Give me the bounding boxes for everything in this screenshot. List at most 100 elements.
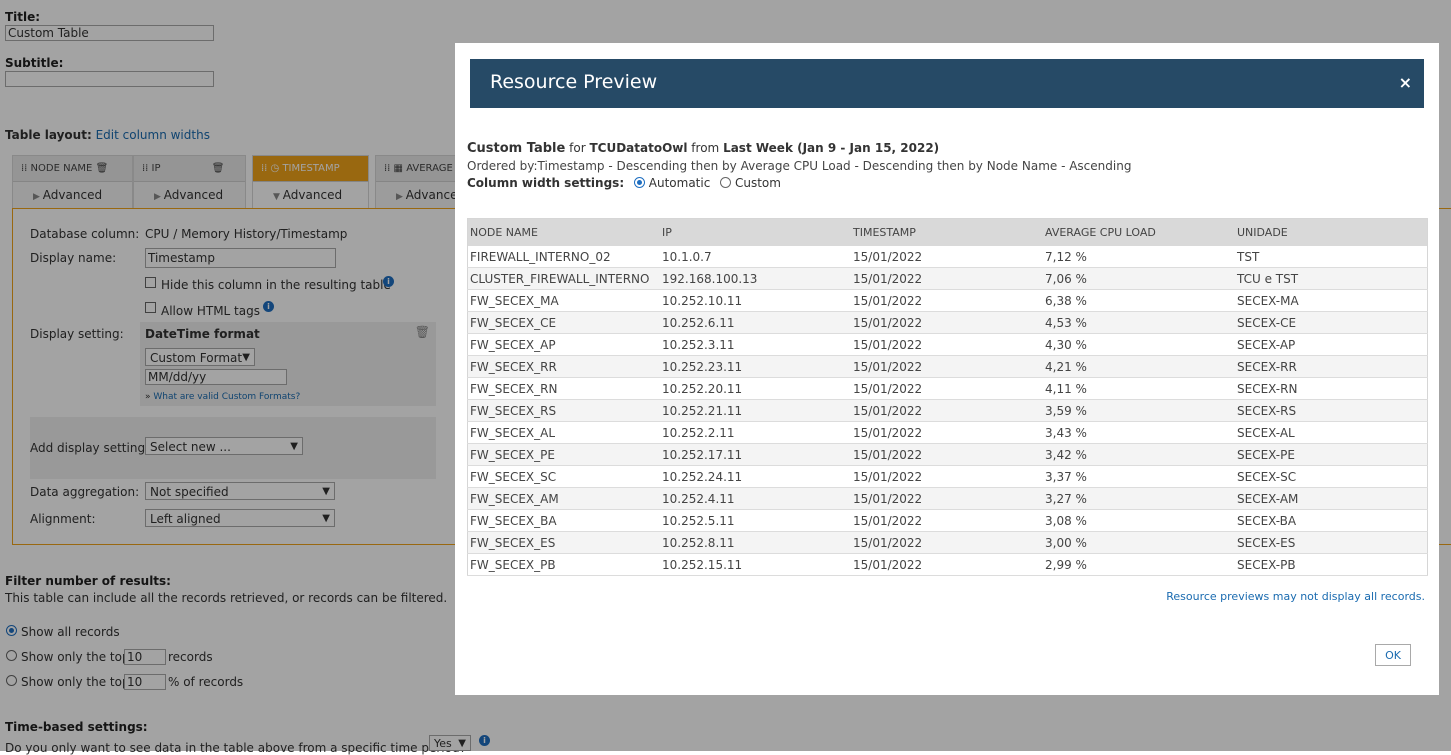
- table-row: FW_SECEX_RS 10.252.21.11 15/01/2022 3,59 % S…: [467, 399, 1428, 422]
- period: Last Week (Jan 9 - Jan 15, 2022): [723, 141, 940, 155]
- table-cell: SECEX-BA: [1235, 509, 1428, 532]
- table-row: FW_SECEX_BA 10.252.5.11 15/01/2022 3,08 % SE…: [467, 509, 1428, 532]
- resource-preview-dialog: Resource Preview × Custom Table for TCUD…: [455, 43, 1439, 695]
- preview-title: Custom Table for TCUDatatoOwl from Last …: [467, 141, 939, 156]
- table-cell: 15/01/2022: [851, 465, 1043, 488]
- table-cell: 15/01/2022: [851, 311, 1043, 334]
- table-cell: 15/01/2022: [851, 246, 1043, 268]
- table-row: FW_SECEX_RR 10.252.23.11 15/01/2022 4,21 % S…: [467, 355, 1428, 378]
- table-cell: 4,21 %: [1043, 355, 1235, 378]
- table-cell: FW_SECEX_AP: [467, 333, 660, 356]
- table-cell: TCU e TST: [1235, 267, 1428, 290]
- table-cell: 15/01/2022: [851, 553, 1043, 576]
- table-cell: 3,27 %: [1043, 487, 1235, 510]
- table-cell: 4,53 %: [1043, 311, 1235, 334]
- table-cell: SECEX-CE: [1235, 311, 1428, 334]
- table-cell: SECEX-PE: [1235, 443, 1428, 466]
- table-cell: SECEX-AM: [1235, 487, 1428, 510]
- ordered-by: Ordered by:Timestamp - Descending then b…: [467, 159, 1132, 173]
- table-cell: 3,59 %: [1043, 399, 1235, 422]
- table-cell: 15/01/2022: [851, 377, 1043, 400]
- table-cell: 2,99 %: [1043, 553, 1235, 576]
- table-cell: SECEX-AP: [1235, 333, 1428, 356]
- table-cell: 3,42 %: [1043, 443, 1235, 466]
- from-text: from: [691, 141, 720, 155]
- table-cell: 7,12 %: [1043, 246, 1235, 268]
- ok-button[interactable]: OK: [1375, 644, 1411, 666]
- table-row: CLUSTER_FIREWALL_INTERNO 192.168.100.13 15…: [467, 267, 1428, 290]
- table-cell: 10.252.5.11: [660, 509, 851, 532]
- for-text: for: [569, 141, 586, 155]
- column-header: IP: [660, 218, 851, 246]
- table-cell: 10.252.3.11: [660, 333, 851, 356]
- custom-label: Custom: [734, 176, 781, 190]
- table-row: FW_SECEX_PE 10.252.17.11 15/01/2022 3,42 % S…: [467, 443, 1428, 466]
- automatic-radio[interactable]: [633, 177, 645, 188]
- table-cell: 10.252.2.11: [660, 421, 851, 444]
- table-cell: SECEX-RN: [1235, 377, 1428, 400]
- table-cell: 7,06 %: [1043, 267, 1235, 290]
- column-header: UNIDADE: [1235, 218, 1428, 246]
- column-header: AVERAGE CPU LOAD: [1043, 218, 1235, 246]
- table-cell: 10.252.24.11: [660, 465, 851, 488]
- table-cell: 10.252.8.11: [660, 531, 851, 554]
- table-cell: SECEX-RS: [1235, 399, 1428, 422]
- table-cell: FW_SECEX_SC: [467, 465, 660, 488]
- table-cell: 15/01/2022: [851, 399, 1043, 422]
- table-cell: FW_SECEX_PB: [467, 553, 660, 576]
- table-cell: SECEX-SC: [1235, 465, 1428, 488]
- table-cell: 10.252.17.11: [660, 443, 851, 466]
- table-cell: 15/01/2022: [851, 487, 1043, 510]
- table-row: FW_SECEX_ES 10.252.8.11 15/01/2022 3,00 % SE…: [467, 531, 1428, 554]
- close-icon[interactable]: ×: [1399, 73, 1412, 92]
- table-cell: 10.252.4.11: [660, 487, 851, 510]
- table-body: FIREWALL_INTERNO_02 10.1.0.7 15/01/2022 7,1…: [467, 246, 1428, 576]
- table-cell: FW_SECEX_PE: [467, 443, 660, 466]
- table-cell: 10.1.0.7: [660, 246, 851, 268]
- table-name: Custom Table: [467, 141, 566, 156]
- table-cell: 3,37 %: [1043, 465, 1235, 488]
- table-cell: SECEX-ES: [1235, 531, 1428, 554]
- table-cell: 15/01/2022: [851, 509, 1043, 532]
- table-row: FIREWALL_INTERNO_02 10.1.0.7 15/01/2022 7,1…: [467, 246, 1428, 268]
- table-cell: SECEX-RR: [1235, 355, 1428, 378]
- table-cell: 10.252.23.11: [660, 355, 851, 378]
- table-row: FW_SECEX_AP 10.252.3.11 15/01/2022 4,30 % SE…: [467, 333, 1428, 356]
- table-cell: 15/01/2022: [851, 421, 1043, 444]
- dialog-header: Resource Preview ×: [470, 59, 1424, 108]
- table-cell: FW_SECEX_RS: [467, 399, 660, 422]
- table-cell: FW_SECEX_RR: [467, 355, 660, 378]
- automatic-label: Automatic: [648, 176, 711, 190]
- table-cell: FIREWALL_INTERNO_02: [467, 246, 660, 268]
- preview-note: Resource previews may not display all re…: [1166, 590, 1425, 603]
- column-width-row: Column width settings: Automatic Custom: [467, 176, 781, 190]
- table-cell: 15/01/2022: [851, 443, 1043, 466]
- table-cell: 3,43 %: [1043, 421, 1235, 444]
- table-cell: 15/01/2022: [851, 289, 1043, 312]
- table-cell: FW_SECEX_RN: [467, 377, 660, 400]
- table-row: FW_SECEX_AL 10.252.2.11 15/01/2022 3,43 % SE…: [467, 421, 1428, 444]
- table-cell: 15/01/2022: [851, 355, 1043, 378]
- table-cell: 6,38 %: [1043, 289, 1235, 312]
- table-cell: FW_SECEX_MA: [467, 289, 660, 312]
- table-cell: 3,08 %: [1043, 509, 1235, 532]
- custom-radio[interactable]: [720, 177, 732, 188]
- table-cell: CLUSTER_FIREWALL_INTERNO: [467, 267, 660, 290]
- table-cell: SECEX-PB: [1235, 553, 1428, 576]
- table-cell: 192.168.100.13: [660, 267, 851, 290]
- table-cell: SECEX-AL: [1235, 421, 1428, 444]
- table-row: FW_SECEX_RN 10.252.20.11 15/01/2022 4,11 % S…: [467, 377, 1428, 400]
- table-row: FW_SECEX_AM 10.252.4.11 15/01/2022 3,27 % SE…: [467, 487, 1428, 510]
- table-cell: 4,30 %: [1043, 333, 1235, 356]
- table-cell: 15/01/2022: [851, 333, 1043, 356]
- table-cell: 10.252.21.11: [660, 399, 851, 422]
- node-name: TCUDatatoOwl: [589, 141, 688, 155]
- table-cell: 15/01/2022: [851, 267, 1043, 290]
- table-cell: SECEX-MA: [1235, 289, 1428, 312]
- table-cell: FW_SECEX_CE: [467, 311, 660, 334]
- table-row: FW_SECEX_MA 10.252.10.11 15/01/2022 6,38 % S…: [467, 289, 1428, 312]
- table-header-row: NODE NAME IP TIMESTAMP AVERAGE CPU LOAD …: [467, 218, 1428, 246]
- table-cell: FW_SECEX_ES: [467, 531, 660, 554]
- column-header: NODE NAME: [467, 218, 660, 246]
- table-cell: 10.252.15.11: [660, 553, 851, 576]
